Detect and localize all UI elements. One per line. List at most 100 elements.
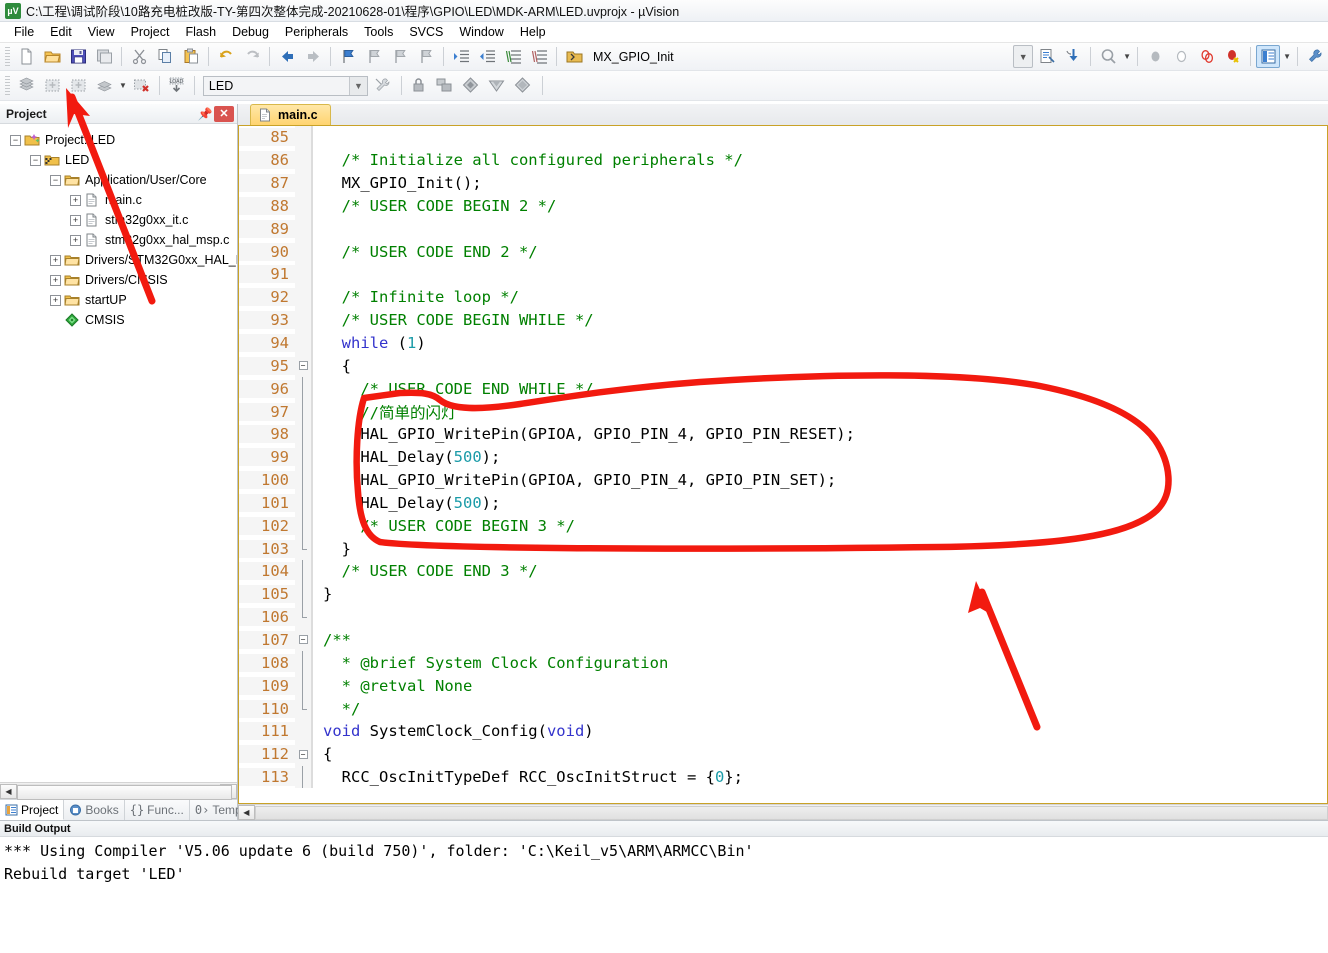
code-line[interactable]: 101 HAL_Delay(500);	[239, 491, 1327, 515]
fold-marker[interactable]	[295, 285, 311, 309]
tree-node-main-c[interactable]: + main.c	[6, 190, 237, 210]
code-line[interactable]: 112− {	[239, 742, 1327, 766]
fold-marker[interactable]	[295, 697, 311, 720]
manage-project-icon[interactable]	[407, 74, 431, 97]
fold-marker[interactable]	[295, 240, 311, 264]
expander-icon[interactable]: +	[50, 274, 61, 286]
indent-icon[interactable]	[449, 45, 473, 68]
code-line[interactable]: 91	[239, 263, 1327, 286]
chevron-down-icon[interactable]: ▼	[119, 81, 127, 90]
rebuild-icon[interactable]	[66, 74, 90, 97]
debug-start-icon[interactable]	[1061, 45, 1085, 68]
open-file-icon[interactable]	[40, 45, 64, 68]
menu-svcs[interactable]: SVCS	[401, 23, 451, 41]
scroll-left-icon[interactable]: ◀	[238, 805, 255, 820]
menu-project[interactable]: Project	[123, 23, 178, 41]
expander-icon[interactable]: −	[50, 174, 61, 186]
component-icon[interactable]	[459, 74, 483, 97]
build-icon[interactable]	[40, 74, 64, 97]
fold-collapse-icon[interactable]: −	[298, 361, 308, 371]
menu-file[interactable]: File	[6, 23, 42, 41]
code-line[interactable]: 87 MX_GPIO_Init();	[239, 171, 1327, 195]
code-line[interactable]: 100 HAL_GPIO_WritePin(GPIOA, GPIO_PIN_4,…	[239, 468, 1327, 492]
configure-tools-icon[interactable]	[1303, 45, 1327, 68]
code-line[interactable]: 85	[239, 126, 1327, 149]
tree-node-drivers-hal[interactable]: + Drivers/STM32G0xx_HAL_Dri	[6, 250, 237, 270]
code-line[interactable]: 107− /**	[239, 628, 1327, 652]
fold-marker[interactable]	[295, 194, 311, 218]
code-line[interactable]: 90 /* USER CODE END 2 */	[239, 240, 1327, 264]
menu-help[interactable]: Help	[512, 23, 554, 41]
toolbar-grip[interactable]	[5, 75, 10, 96]
menu-window[interactable]: Window	[451, 23, 511, 41]
navigate-back-icon[interactable]	[275, 45, 299, 68]
tree-node-startup[interactable]: + startUP	[6, 290, 237, 310]
expander-icon[interactable]: −	[30, 154, 41, 166]
menu-debug[interactable]: Debug	[224, 23, 277, 41]
save-all-icon[interactable]	[92, 45, 116, 68]
scroll-left-icon[interactable]: ◀	[0, 783, 17, 799]
breakpoint-disable-all-icon[interactable]	[1221, 45, 1245, 68]
build-output-text[interactable]: *** Using Compiler 'V5.06 update 6 (buil…	[0, 837, 1328, 953]
code-line[interactable]: 88 /* USER CODE BEGIN 2 */	[239, 194, 1327, 218]
tree-node-cmsis[interactable]: CMSIS	[6, 310, 237, 330]
redo-icon[interactable]	[240, 45, 264, 68]
function-combo-dropdown[interactable]: ▼	[1013, 45, 1034, 68]
configure-icon[interactable]	[1035, 45, 1059, 68]
scroll-track[interactable]	[17, 783, 232, 800]
tree-node-application-user-core[interactable]: − Application/User/Core	[6, 170, 237, 190]
fold-collapse-icon[interactable]: −	[298, 749, 308, 759]
code-line[interactable]: 99 HAL_Delay(500);	[239, 445, 1327, 469]
tree-node-target-led[interactable]: − LED	[6, 150, 237, 170]
code-line[interactable]: 106	[239, 605, 1327, 629]
scroll-thumb[interactable]	[254, 805, 1328, 820]
fold-marker[interactable]	[295, 468, 311, 492]
expander-icon[interactable]: +	[70, 194, 81, 206]
breakpoint-disable-icon[interactable]	[1169, 45, 1193, 68]
menu-peripherals[interactable]: Peripherals	[277, 23, 356, 41]
fold-marker[interactable]	[295, 308, 311, 332]
window-layout-icon[interactable]	[1256, 45, 1281, 68]
code-line[interactable]: 94 while (1)	[239, 331, 1327, 355]
breakpoint-insert-icon[interactable]	[1143, 45, 1167, 68]
find-icon[interactable]	[1096, 45, 1120, 68]
fold-marker[interactable]	[295, 491, 311, 515]
fold-marker[interactable]	[295, 331, 311, 355]
code-line[interactable]: 109 * @retval None	[239, 674, 1327, 698]
fold-marker[interactable]	[295, 719, 311, 743]
fold-marker[interactable]: −	[295, 628, 311, 652]
code-line[interactable]: 111 void SystemClock_Config(void)	[239, 719, 1327, 743]
chevron-down-icon[interactable]: ▼	[1123, 52, 1131, 61]
batch-build-icon[interactable]	[92, 74, 116, 97]
save-icon[interactable]	[66, 45, 90, 68]
tree-node-stm32g0xx-hal-msp-c[interactable]: + stm32g0xx_hal_msp.c	[6, 230, 237, 250]
code-line[interactable]: 102 /* USER CODE BEGIN 3 */	[239, 514, 1327, 538]
code-line[interactable]: 93 /* USER CODE BEGIN WHILE */	[239, 308, 1327, 332]
fold-marker[interactable]	[295, 445, 311, 469]
pack-manager-icon[interactable]	[511, 74, 535, 97]
scroll-thumb[interactable]	[17, 784, 232, 800]
close-icon[interactable]: ✕	[214, 105, 234, 122]
code-line[interactable]: 105}	[239, 582, 1327, 606]
code-line[interactable]: 89	[239, 217, 1327, 241]
tree-node-drivers-cmsis[interactable]: + Drivers/CMSIS	[6, 270, 237, 290]
translate-icon[interactable]	[14, 74, 38, 97]
function-browse-icon[interactable]	[562, 45, 586, 68]
code-line[interactable]: 108 * @brief System Clock Configuration	[239, 651, 1327, 675]
fold-marker[interactable]	[295, 263, 311, 286]
tree-node-stm32g0xx-it-c[interactable]: + stm32g0xx_it.c	[6, 210, 237, 230]
code-line[interactable]: 113 RCC_OscInitTypeDef RCC_OscInitStruct…	[239, 765, 1327, 789]
code-line[interactable]: 97 //简单的闪灯	[239, 400, 1327, 423]
project-hscrollbar[interactable]: ◀ ▶	[0, 782, 237, 800]
menu-tools[interactable]: Tools	[356, 23, 401, 41]
bookmark-prev-icon[interactable]	[362, 45, 386, 68]
tree-node-project[interactable]: − Project: LED	[6, 130, 237, 150]
fold-marker[interactable]	[295, 765, 311, 789]
fold-marker[interactable]	[295, 400, 311, 423]
chevron-down-icon[interactable]: ▼	[1283, 52, 1291, 61]
code-viewport[interactable]: 85 86 /* Initialize all configured periph…	[239, 126, 1327, 803]
chevron-down-icon[interactable]: ▼	[348, 76, 367, 95]
comment-icon[interactable]	[501, 45, 525, 68]
tab-functions[interactable]: {} Func...	[125, 800, 190, 820]
expander-icon[interactable]: +	[50, 294, 61, 306]
